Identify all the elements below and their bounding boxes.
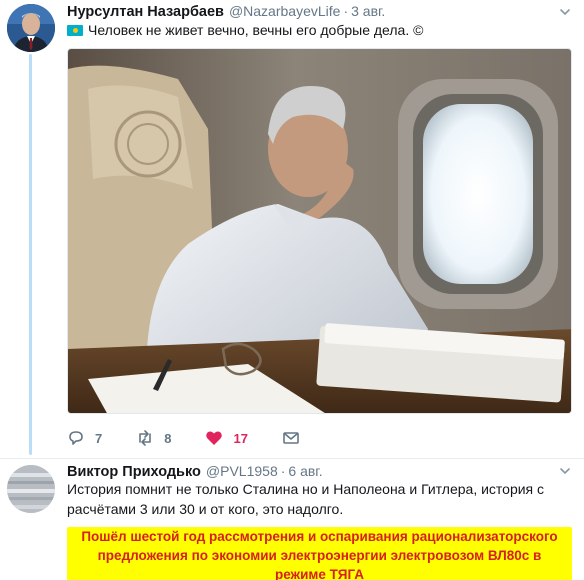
chevron-down-icon[interactable] [558,5,572,19]
author-handle[interactable]: @NazarbayevLife [229,3,341,19]
chevron-down-icon[interactable] [558,464,572,478]
tweet-header: Нурсултан Назарбаев @NazarbayevLife · 3 … [67,3,385,21]
tweet-text: История помнит не только Сталина но и На… [67,481,545,517]
like-count: 17 [233,430,248,446]
retweet-icon [139,430,152,446]
tweet[interactable]: Нурсултан Назарбаев @NazarbayevLife · 3 … [0,0,584,458]
direct-message-button[interactable] [282,429,310,447]
tweet-text-content: Человек не живет вечно, вечны его добрые… [88,22,424,38]
tweet-actions: 7 8 17 [67,429,344,447]
heart-icon [206,431,223,445]
retweet-button[interactable]: 8 [136,429,171,447]
tweet-text: Человек не живет вечно, вечны его добрые… [67,20,423,40]
promo-banner: Пошёл шестой год рассмотрения и оспарива… [67,527,572,580]
header-separator: · [280,463,286,479]
retweet-count: 8 [164,430,172,446]
promo-banner-text: Пошёл шестой год рассмотрения и оспарива… [81,529,558,580]
header-separator: · [343,3,349,19]
tweet-photo[interactable] [67,48,572,414]
reply-button[interactable]: 7 [67,429,102,447]
author-name[interactable]: Виктор Приходько [67,464,201,480]
like-button[interactable]: 17 [205,429,248,447]
author-handle[interactable]: @PVL1958 [206,463,278,479]
avatar[interactable] [7,465,55,513]
direct-message-icon [283,432,299,444]
reply-count: 7 [95,430,103,446]
kazakhstan-flag-icon [67,24,83,36]
tweet-timestamp[interactable]: 6 авг. [288,463,322,479]
tweet[interactable]: Виктор Приходько @PVL1958 · 6 авг. Истор… [0,458,584,580]
avatar[interactable] [7,4,55,52]
tweet-timestamp[interactable]: 3 авг. [351,3,385,19]
reply-icon [69,431,83,445]
author-name[interactable]: Нурсултан Назарбаев [67,4,224,20]
